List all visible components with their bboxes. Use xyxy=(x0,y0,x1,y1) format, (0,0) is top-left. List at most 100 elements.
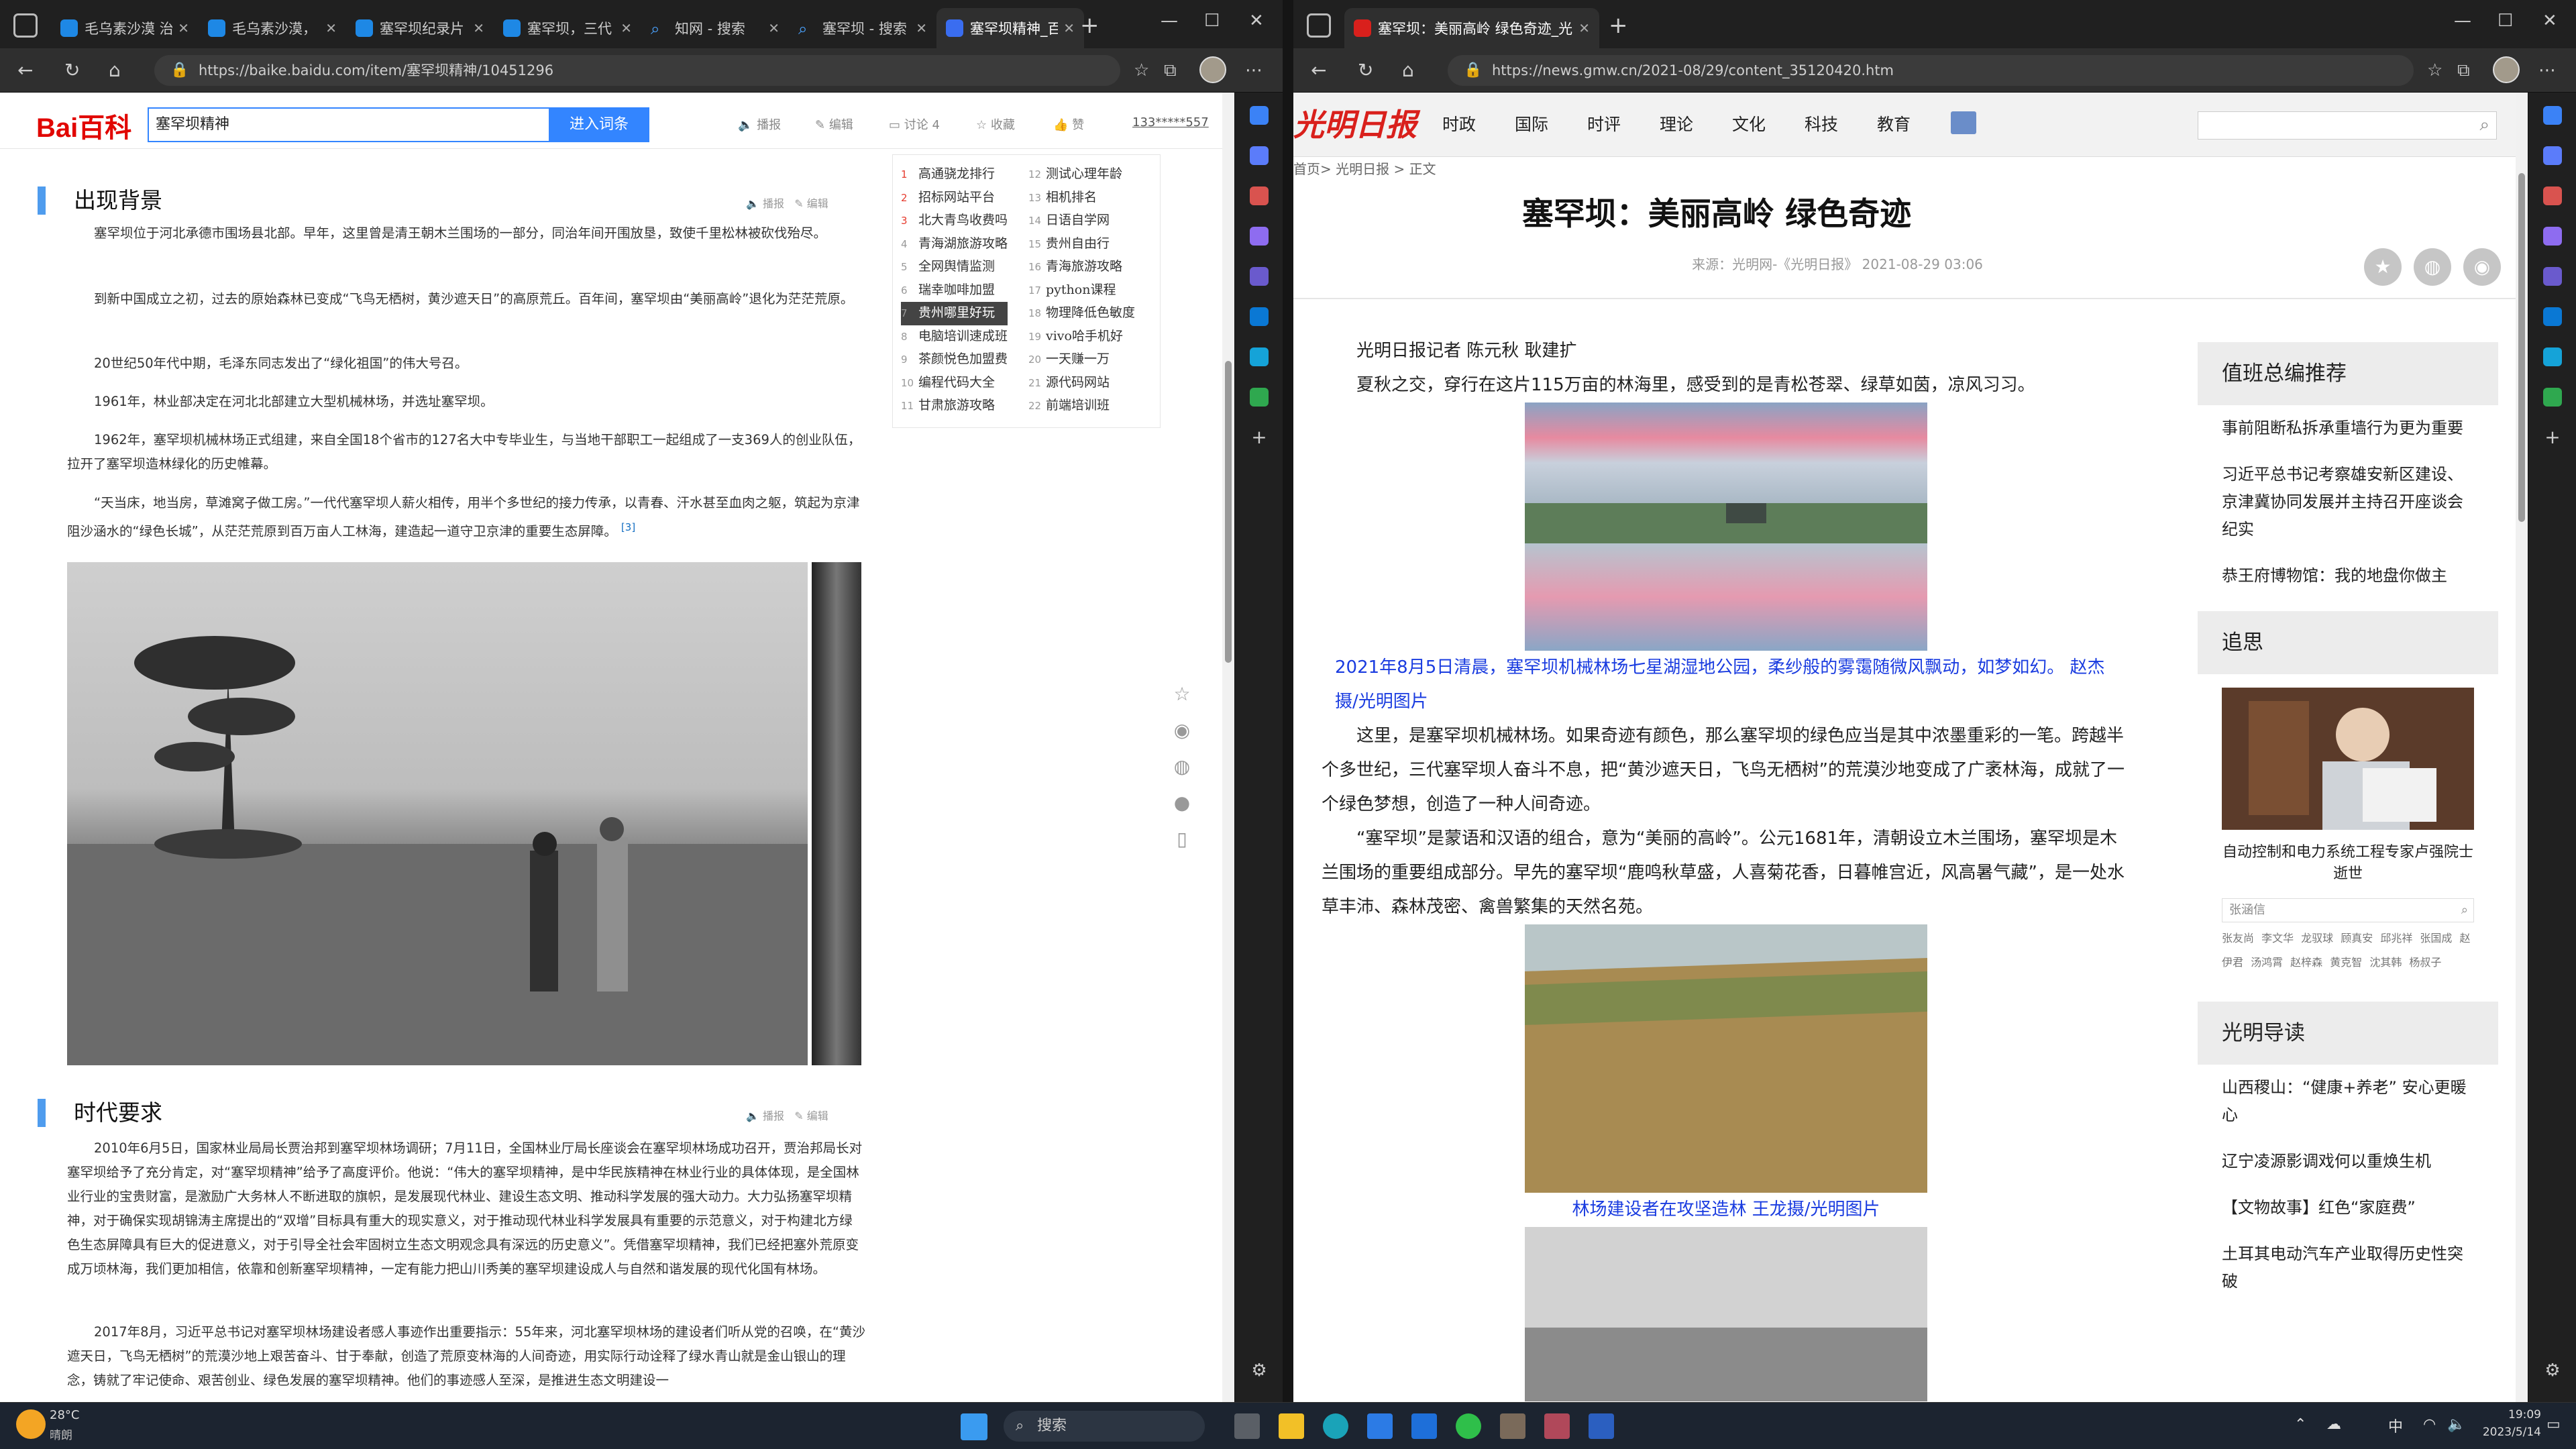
task-view-icon[interactable] xyxy=(1234,1413,1260,1439)
back-icon[interactable]: ← xyxy=(1311,59,1326,81)
reference-link[interactable]: [3] xyxy=(621,521,635,533)
tree-icon[interactable] xyxy=(2543,388,2562,407)
list-item[interactable]: 习近平总书记考察雄安新区建设、京津冀协同发展并主持召开座谈会纪实 xyxy=(2222,451,2474,553)
home-icon[interactable]: ⌂ xyxy=(109,59,121,81)
file-explorer-icon[interactable] xyxy=(1279,1413,1304,1439)
weibo-icon[interactable]: ◉ xyxy=(2463,248,2501,286)
list-item[interactable]: 事前阻断私拆承重墙行为更为重要 xyxy=(2222,405,2474,451)
rank-item[interactable]: 11 甘肃旅游攻略 xyxy=(901,394,1008,418)
tab-actions-icon[interactable] xyxy=(1307,13,1331,38)
gmw-logo[interactable]: 光明日报 xyxy=(1293,101,1417,145)
weather-desc[interactable]: 晴朗 xyxy=(50,1426,72,1442)
rank-item[interactable]: 19 vivo哈手机好 xyxy=(1028,325,1135,349)
scrollbar-thumb[interactable] xyxy=(2518,173,2525,522)
qq-icon[interactable]: ● xyxy=(1171,792,1193,814)
memorial-search-input[interactable]: 张涵信 ⌕ xyxy=(2222,898,2474,922)
breadcrumb[interactable]: 首页> 光明日报 > 正文 xyxy=(1293,158,1436,178)
more-icon[interactable]: ⋯ xyxy=(1245,60,1263,80)
rank-item[interactable]: 4 青海湖旅游攻略 xyxy=(901,233,1008,256)
scrollbar[interactable] xyxy=(2516,93,2528,1402)
close-window-button[interactable]: ✕ xyxy=(2542,11,2557,31)
close-icon[interactable]: ✕ xyxy=(178,20,189,36)
star-icon[interactable]: ☆ xyxy=(1171,683,1193,706)
favorites-icon[interactable]: ☆ xyxy=(1134,60,1149,80)
app-icon[interactable] xyxy=(1544,1413,1570,1439)
user-account[interactable]: 133*****557 xyxy=(1132,115,1209,129)
mobile-icon[interactable]: ▯ xyxy=(1171,828,1193,851)
app-icon[interactable] xyxy=(1500,1413,1525,1439)
section-tools[interactable]: 🔈 播报 ✎ 编辑 xyxy=(746,1107,828,1123)
rank-item[interactable]: 6 瑞幸咖啡加盟 xyxy=(901,279,1008,303)
gear-icon[interactable]: ⚙ xyxy=(1250,1360,1269,1381)
search-icon[interactable]: ⌕ xyxy=(2479,115,2489,136)
rank-item[interactable]: 1 高通骁龙排行 xyxy=(901,163,1008,186)
minimize-button[interactable]: — xyxy=(1161,11,1178,31)
taskbar-search[interactable]: ⌕ 搜索 xyxy=(1004,1411,1205,1442)
scrollbar[interactable] xyxy=(1222,93,1234,1402)
favorites-icon[interactable]: ☆ xyxy=(2427,60,2443,80)
url-field[interactable]: 🔒 https://baike.baidu.com/item/塞罕坝精神/1045… xyxy=(154,55,1120,86)
memorial-name-list[interactable]: 张友尚 李文华 龙驭球 顾真安 邱兆祥 张国成 赵伊君 汤鸿霄 赵梓森 黄克智 … xyxy=(2222,926,2474,975)
send-icon[interactable] xyxy=(1250,347,1269,366)
close-icon[interactable]: ✕ xyxy=(916,20,927,36)
tools-icon[interactable] xyxy=(1250,186,1269,205)
tab[interactable]: 毛乌素沙漠 治 ✕ xyxy=(51,8,199,48)
tab[interactable]: ⌕ 知网 - 搜索 ✕ xyxy=(641,8,789,48)
lake-photo[interactable] xyxy=(1525,402,1927,651)
edit-button[interactable]: ✎ 编辑 xyxy=(815,115,853,133)
close-icon[interactable]: ✕ xyxy=(621,20,632,36)
minimize-button[interactable]: — xyxy=(2454,11,2471,31)
close-icon[interactable]: ✕ xyxy=(473,20,484,36)
maximize-button[interactable]: ☐ xyxy=(2498,11,2513,31)
weibo-icon[interactable]: ◉ xyxy=(1171,719,1193,742)
home-icon[interactable]: ⌂ xyxy=(1402,59,1414,81)
back-icon[interactable]: ← xyxy=(17,59,33,81)
list-item[interactable]: 辽宁凌源影调戏何以重焕生机 xyxy=(2222,1138,2474,1185)
clock-time[interactable]: 19:09 xyxy=(2474,1408,2541,1421)
copilot-icon[interactable] xyxy=(1250,267,1269,286)
edge-icon[interactable] xyxy=(1323,1413,1348,1439)
search-icon[interactable] xyxy=(2543,106,2562,125)
gear-icon[interactable]: ⚙ xyxy=(2543,1360,2562,1381)
tab-actions-icon[interactable] xyxy=(13,13,38,38)
rank-item[interactable]: 12 测试心理年龄 xyxy=(1028,163,1135,186)
games-icon[interactable] xyxy=(2543,227,2562,246)
rank-item[interactable]: 3 北大青鸟收费吗 xyxy=(901,209,1008,233)
list-item[interactable]: 【文物故事】红色“家庭费” xyxy=(2222,1185,2474,1231)
rank-item[interactable]: 2 招标网站平台 xyxy=(901,186,1008,210)
tab[interactable]: 塞罕坝，三代 ✕ xyxy=(494,8,641,48)
close-window-button[interactable]: ✕ xyxy=(1249,11,1264,31)
nav-item[interactable]: 时评 xyxy=(1587,111,1621,136)
close-icon[interactable]: ✕ xyxy=(768,20,780,36)
weather-temp[interactable]: 28°C xyxy=(50,1408,79,1422)
rank-item[interactable]: 16 青海旅游攻略 xyxy=(1028,256,1135,279)
refresh-icon[interactable]: ↻ xyxy=(64,59,80,81)
collections-icon[interactable]: ⧉ xyxy=(2457,60,2470,81)
rank-item[interactable]: 20 一天赚一万 xyxy=(1028,348,1135,372)
hillside-photo[interactable] xyxy=(1525,924,1927,1193)
tab[interactable]: 毛乌素沙漠， ✕ xyxy=(199,8,346,48)
outlook-icon[interactable] xyxy=(2543,307,2562,326)
memorial-caption[interactable]: 自动控制和电力系统工程专家卢强院士逝世 xyxy=(2222,842,2474,885)
windows-start-icon[interactable] xyxy=(961,1413,987,1440)
nav-item[interactable]: 科技 xyxy=(1805,111,1838,136)
archive-photo[interactable] xyxy=(1525,1227,1927,1401)
nav-item[interactable]: 理论 xyxy=(1660,111,1693,136)
rank-item[interactable]: 17 python课程 xyxy=(1028,279,1135,303)
nav-item[interactable]: 国际 xyxy=(1515,111,1548,136)
list-item[interactable]: 土耳其电动汽车产业取得历史性突破 xyxy=(2222,1231,2474,1305)
rank-item[interactable]: 9 茶颜悦色加盟费 xyxy=(901,348,1008,372)
add-icon[interactable]: + xyxy=(1250,428,1269,447)
refresh-icon[interactable]: ↻ xyxy=(1358,59,1373,81)
avatar[interactable] xyxy=(1199,56,1226,83)
photo-thumbnail-strip[interactable] xyxy=(812,562,861,1065)
wechat-icon[interactable] xyxy=(1456,1413,1481,1439)
wechat-icon[interactable]: ◍ xyxy=(1171,755,1193,778)
rank-item[interactable]: 14 日语自学网 xyxy=(1028,209,1135,233)
more-icon[interactable]: ⋯ xyxy=(2538,60,2556,80)
word-icon[interactable] xyxy=(1589,1413,1614,1439)
scrollbar-thumb[interactable] xyxy=(1225,361,1232,663)
rank-item[interactable]: 21 源代码网站 xyxy=(1028,372,1135,395)
nav-item[interactable]: 文化 xyxy=(1732,111,1766,136)
rank-item[interactable]: 5 全网舆情监测 xyxy=(901,256,1008,279)
